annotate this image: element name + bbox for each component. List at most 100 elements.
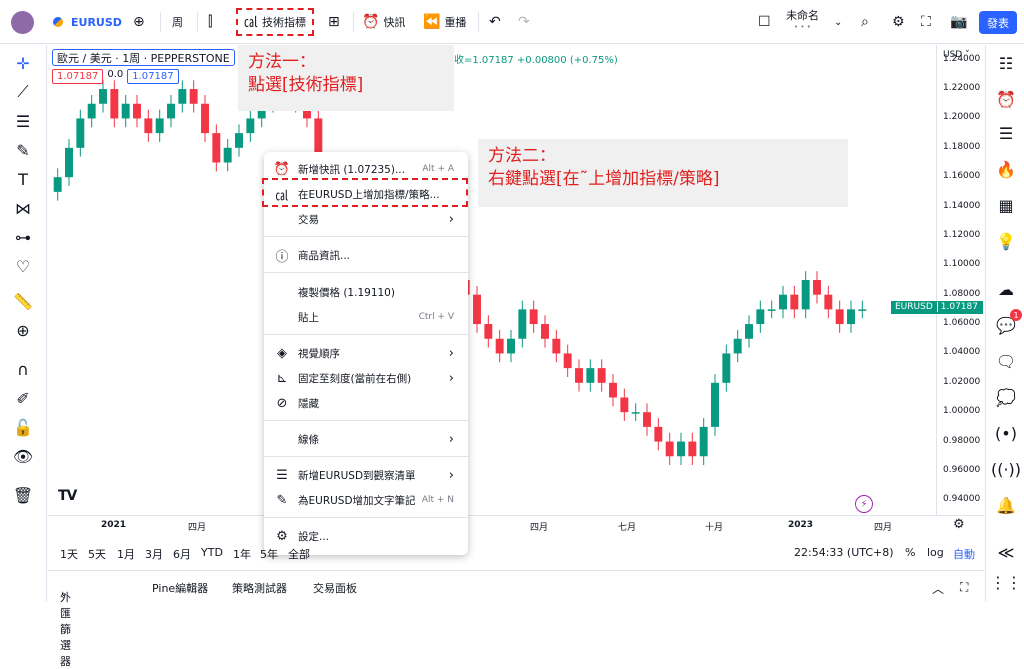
layout-name-button[interactable]: 未命名 • • • xyxy=(786,7,819,37)
maximize-panel-icon[interactable]: ⛶ xyxy=(960,580,968,595)
collapse-icon[interactable]: ≪ xyxy=(994,540,1018,564)
alarm-icon: ⏰ xyxy=(362,14,380,30)
text-icon[interactable]: T xyxy=(11,167,35,191)
menu-trade[interactable]: 交易 › xyxy=(264,206,468,232)
crosshair-icon[interactable]: ✛ xyxy=(11,51,35,75)
pencil-lock-icon[interactable]: ✐ xyxy=(11,386,35,410)
layout-templates-button[interactable]: ⊞ xyxy=(328,10,340,34)
method2-note: 方法二： 右鍵點選[在˜上增加指標/策略] xyxy=(478,139,848,207)
indicators-button[interactable]: ㎈技術指標 xyxy=(236,8,314,36)
menu-copy-price[interactable]: 複製價格 (1.19110) xyxy=(264,279,468,305)
heart-icon[interactable]: ♡ xyxy=(11,254,35,278)
publish-button[interactable]: 發表 xyxy=(979,11,1017,34)
menu-add-note[interactable]: ✎ 為EURUSD增加文字筆記 Alt + N xyxy=(264,487,468,513)
interval-button[interactable]: 周 xyxy=(172,10,183,34)
search-button[interactable]: ⌕ xyxy=(861,10,869,34)
alerts-icon[interactable]: ⏰ xyxy=(994,87,1018,111)
tradingview-logo-icon[interactable]: TV xyxy=(58,488,77,504)
ruler-icon[interactable]: 📏 xyxy=(11,289,35,313)
price-scale[interactable]: USD ˅ 1.24000 1.22000 1.20000 1.18000 1.1600… xyxy=(891,45,984,515)
tf-1m[interactable]: 1月 xyxy=(117,546,135,562)
watchlist-icon[interactable]: ☷ xyxy=(994,51,1018,75)
trash-icon[interactable]: 🗑 xyxy=(11,483,35,507)
plus-circle-icon: ⊕ xyxy=(133,14,145,30)
object-tree-icon[interactable]: ☰ xyxy=(994,121,1018,145)
layout-select-checkbox[interactable]: ☐ xyxy=(758,10,771,34)
messages-icon[interactable]: 🗨 xyxy=(994,349,1018,373)
prediction-icon[interactable]: ⊶ xyxy=(11,225,35,249)
price-tick: 0.94000 xyxy=(943,494,981,505)
tf-5d[interactable]: 5天 xyxy=(88,546,106,562)
tf-1y[interactable]: 1年 xyxy=(233,546,251,562)
pattern-icon[interactable]: ⋈ xyxy=(11,196,35,220)
symbol-legend[interactable]: 歐元 / 美元 · 1周 · PEPPERSTONE xyxy=(52,49,235,66)
gear-icon[interactable]: ⚙ xyxy=(953,517,965,532)
menu-symbol-info[interactable]: ⓘ 商品資訊... xyxy=(264,242,468,268)
percent-toggle[interactable]: % xyxy=(905,546,915,559)
menu-hide[interactable]: ⊘ 隱藏 xyxy=(264,390,468,416)
lightning-icon[interactable]: ⚡ xyxy=(855,495,873,513)
chart-pane[interactable] xyxy=(48,45,936,515)
calendar-icon[interactable]: ▦ xyxy=(994,193,1018,217)
price-tick: 1.08000 xyxy=(943,288,981,299)
zoom-in-icon[interactable]: ⊕ xyxy=(11,318,35,342)
chart-type-button[interactable]: ⫿ xyxy=(208,10,212,34)
candle-body xyxy=(541,324,549,339)
menu-visual-order[interactable]: ◈ 視覺順序 › xyxy=(264,340,468,366)
time-scale[interactable]: 2021 四月 四月 七月 十月 2023 四月 ⚙ xyxy=(48,515,984,535)
undo-button[interactable]: ↶ xyxy=(489,10,501,34)
tab-strategy-tester[interactable]: 策略測試器 xyxy=(232,580,287,596)
settings-button[interactable]: ⚙ xyxy=(892,10,905,34)
alert-button[interactable]: ⏰ 快訊 xyxy=(362,10,405,34)
clock[interactable]: 22:54:33 (UTC+8) xyxy=(794,546,894,559)
tf-ytd[interactable]: YTD xyxy=(201,546,223,559)
chevrons-icon[interactable] xyxy=(994,510,1018,534)
chat-icon[interactable]: 💬 1 xyxy=(994,309,1022,337)
auto-toggle[interactable]: 自動 xyxy=(953,546,975,562)
more-icon[interactable]: ⋮⋮ xyxy=(990,570,1022,594)
tf-3m[interactable]: 3月 xyxy=(145,546,163,562)
avatar[interactable] xyxy=(11,11,34,34)
menu-lines[interactable]: 線條 › xyxy=(264,426,468,452)
ideas-icon[interactable]: 💡 xyxy=(994,229,1018,253)
trend-line-icon[interactable]: ⟋ xyxy=(11,80,35,104)
collapse-panel-icon[interactable]: ︿ xyxy=(932,580,944,597)
symbol-search-button[interactable]: EURUSD xyxy=(53,10,122,34)
bottom-panel: 外匯篩選器 ⌄ Pine編輯器 策略測試器 交易面板 ︿ ⛶ xyxy=(48,570,984,668)
ideas-stream-icon[interactable]: 💭 xyxy=(994,385,1018,409)
sell-price[interactable]: 1.07187 xyxy=(52,69,104,84)
candle-body xyxy=(858,309,867,311)
tf-all[interactable]: 全部 xyxy=(288,546,310,562)
signal-icon[interactable]: (•) xyxy=(994,421,1018,445)
tab-trading-panel[interactable]: 交易面板 xyxy=(313,580,357,596)
price-tick: 1.12000 xyxy=(943,229,981,240)
chevron-down-icon: ⌄ xyxy=(60,589,68,599)
candle-body xyxy=(711,382,719,427)
snapshot-button[interactable]: 📷 xyxy=(950,10,967,34)
menu-pin-scale[interactable]: ⊾ 固定至刻度(當前在右側) › xyxy=(264,365,468,391)
price-tick: 1.06000 xyxy=(943,318,981,329)
log-toggle[interactable]: log xyxy=(927,546,944,559)
broadcast-icon[interactable]: ((·)) xyxy=(991,457,1021,481)
redo-button[interactable]: ↷ xyxy=(518,10,530,34)
compare-button[interactable]: ⊕ xyxy=(133,10,145,34)
tab-pine-editor[interactable]: Pine編輯器 xyxy=(152,580,208,596)
menu-paste[interactable]: 貼上 Ctrl + V xyxy=(264,304,468,330)
fib-icon[interactable]: ☰ xyxy=(11,109,35,133)
candle-body xyxy=(767,309,776,311)
magnet-icon[interactable]: ∩ xyxy=(11,357,35,381)
hotlists-icon[interactable]: 🔥 xyxy=(994,157,1018,181)
layout-dropdown-chevron[interactable]: ⌄ xyxy=(834,10,842,34)
buy-price[interactable]: 1.07187 xyxy=(127,69,179,84)
lock-icon[interactable]: 🔓 xyxy=(11,415,35,439)
eye-icon[interactable]: 👁 xyxy=(11,444,35,468)
tf-6m[interactable]: 6月 xyxy=(173,546,191,562)
tf-1d[interactable]: 1天 xyxy=(60,546,78,562)
replay-button[interactable]: ⏪ 重播 xyxy=(423,10,466,34)
menu-add-watchlist[interactable]: ☰ 新增EURUSD到觀察清單 › xyxy=(264,462,468,488)
tf-5y[interactable]: 5年 xyxy=(260,546,278,562)
fullscreen-button[interactable]: ⛶ xyxy=(921,10,931,34)
candle-body xyxy=(178,89,187,104)
brush-icon[interactable]: ✎ xyxy=(11,138,35,162)
cloud-icon[interactable]: ☁ xyxy=(994,277,1018,301)
